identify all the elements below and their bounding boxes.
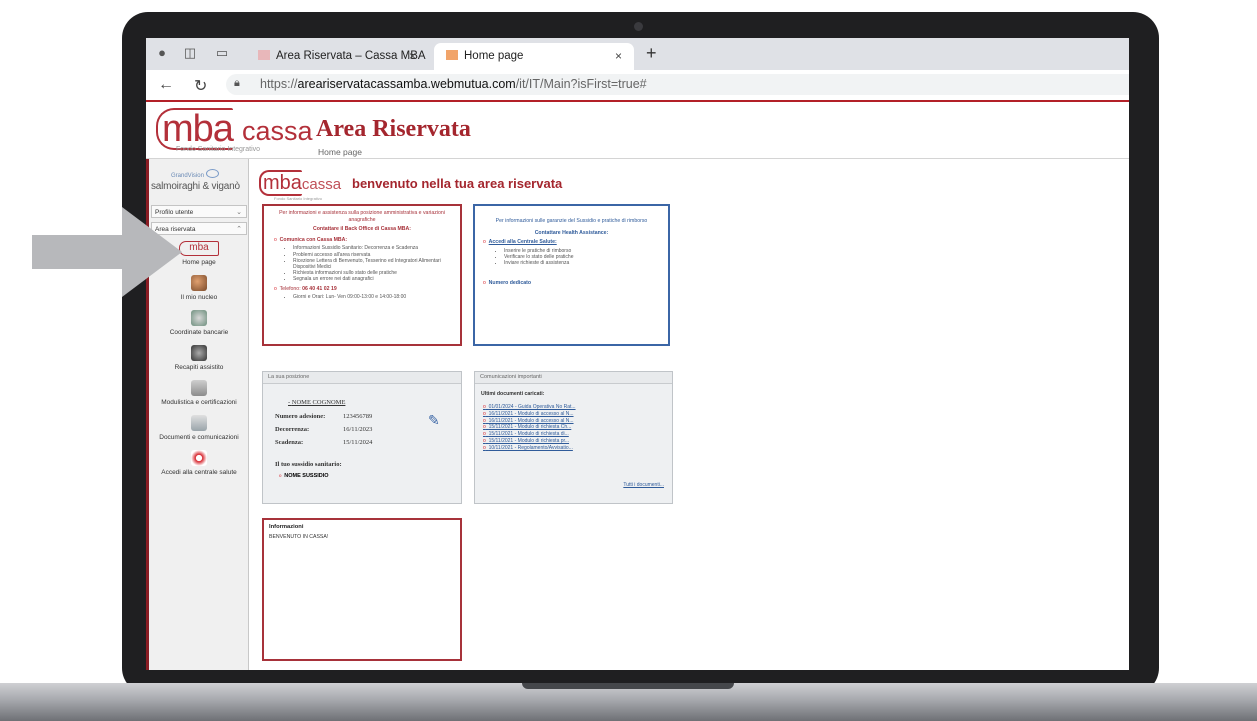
welcome-logo: mbacassa (259, 170, 341, 196)
pointer-arrow-icon (32, 207, 182, 297)
page-header: mba cassa Fondo Sanitario Integrativo Ar… (146, 102, 1129, 159)
document-link[interactable]: o 15/11/2021 - Modulo di richiesta di... (483, 431, 576, 438)
document-link[interactable]: o 16/11/2021 - Modulo di accesso al N... (483, 411, 576, 418)
health-box-section: o Accedi alla Centrale Salute: (483, 239, 557, 246)
row-scadenza: Scadenza: 15/11/2024 (275, 439, 373, 446)
tab-close-icon[interactable]: × (615, 43, 622, 70)
info-box: Informazioni BENVENUTO IN CASSA! (262, 518, 462, 661)
admin-box-hours-list: Giorni e Orari: Lun- Ven 09:00-13:00 e 1… (269, 294, 455, 300)
sidebar-item-recapiti-assistito[interactable]: Recapiti assistito (149, 345, 249, 371)
logo-cassa: cassa (242, 116, 313, 146)
chevron-up-icon: ⌃ (236, 226, 242, 233)
sidebar-item-documenti[interactable]: Documenti e comunicazioni (149, 415, 249, 441)
health-box-title: Per informazioni sulle garanzie del Suss… (495, 218, 648, 224)
communications-box: Comunicazioni importanti Ultimi document… (474, 371, 673, 504)
folder-icon (191, 415, 207, 431)
list-item: Segnala un errore nei dati anagrafici (293, 276, 455, 282)
health-box-contact: Contattare Health Assistance: (534, 229, 609, 236)
admin-box-title: Per informazioni e assistenza sulla posi… (279, 210, 445, 223)
row-numero-adesione: Numero adesione: 123456789 (275, 413, 373, 420)
position-box-header: La sua posizione (263, 372, 461, 384)
health-center-icon (191, 450, 207, 466)
subsidy-title: Il tuo sussidio sanitario: (275, 461, 342, 468)
web-page: mba cassa Fondo Sanitario Integrativo Ar… (146, 100, 1129, 670)
refresh-icon[interactable]: ↻ (194, 76, 207, 96)
logo-subtitle: Fondo Sanitario Integrativo (176, 146, 261, 153)
lock-icon: 🔒︎ (234, 77, 240, 89)
document-link[interactable]: o 10/11/2021 - Regolamento/Avvisatio... (483, 445, 576, 452)
profile-icon[interactable]: ● (154, 45, 170, 61)
eye-logo-icon (206, 169, 219, 178)
admin-box-contact: Contattare il Back Office di Cassa MBA: (312, 226, 411, 233)
laptop-notch (522, 683, 734, 689)
mba-logo-icon: mba (179, 241, 219, 256)
page-title: Area Riservata (316, 116, 471, 142)
contacts-icon (191, 345, 207, 361)
browser-tab-bar: ● ◫ ▭ Area Riservata – Cassa MBA × Home … (146, 38, 1129, 70)
list-item: Giorni e Orari: Lun- Ven 09:00-13:00 e 1… (293, 294, 455, 300)
tab-favicon-icon (258, 49, 270, 60)
subsidy-name: o NOME SUSSIDIO (279, 473, 329, 479)
admin-info-box: Per informazioni e assistenza sulla posi… (262, 204, 462, 346)
row-decorrenza: Decorrenza: 16/11/2023 (275, 426, 373, 433)
tab-close-icon[interactable]: × (409, 43, 416, 70)
family-icon (191, 275, 207, 291)
sidebar-item-modulistica[interactable]: Modulistica e certificazioni (149, 380, 249, 406)
url-text: https://areariservatacassamba.webmutua.c… (260, 77, 647, 91)
info-title: Informazioni (269, 524, 304, 530)
list-item: Inviare richieste di assistenza (504, 260, 663, 266)
welcome-logo-subtitle: Fondo Sanitario Integrativo (274, 196, 323, 201)
screen: ● ◫ ▭ Area Riservata – Cassa MBA × Home … (146, 38, 1129, 670)
tab-actions-icon[interactable]: ▭ (214, 45, 230, 61)
admin-box-list: Informazioni Sussidio Sanitario: Decorre… (269, 245, 455, 282)
position-box: La sua posizione - NOME COGNOME Numero a… (262, 371, 462, 504)
health-box-number: o Numero dedicato (483, 280, 532, 287)
document-link[interactable]: o 15/11/2021 - Modulo di richiesta pr... (483, 438, 576, 445)
documents-list: o 01/01/2024 - Guida Operativa No Rat...… (483, 404, 576, 452)
centrale-salute-link[interactable]: Accedi alla Centrale Salute: (489, 239, 557, 245)
chevron-down-icon: ⌄ (236, 209, 242, 216)
all-documents-link[interactable]: Tutti i documenti... (623, 482, 664, 489)
documents-title: Ultimi documenti caricati: (481, 391, 545, 397)
webcam (634, 22, 643, 31)
document-link[interactable]: o 01/01/2024 - Guida Operativa No Rat... (483, 404, 576, 411)
member-name: - NOME COGNOME (288, 399, 346, 406)
documents-icon (191, 380, 207, 396)
document-link[interactable]: o 16/11/2021 - Modulo di accesso al N... (483, 418, 576, 425)
communications-box-header: Comunicazioni importanti (475, 372, 672, 384)
document-link[interactable]: o 15/11/2021 - Modulo di richiesta Ch... (483, 424, 576, 431)
logo-mba[interactable]: mba (156, 108, 234, 150)
new-tab-button[interactable]: + (646, 43, 657, 64)
browser-address-bar: ← ↻ 🔒︎ https://areariservatacassamba.web… (146, 70, 1129, 101)
tab-home-page[interactable]: Home page × (434, 43, 634, 70)
admin-box-phone: o Telefono: 06 40 41 02 19 (274, 285, 337, 292)
partner-small-label: GrandVision (171, 173, 204, 179)
workspaces-icon[interactable]: ◫ (182, 45, 198, 61)
list-item: Ricezione Lettera di Benvenuto, Tesserin… (293, 258, 455, 270)
health-box-list: Inserire le pratiche di rimborso Verific… (480, 248, 663, 267)
health-info-box: Per informazioni sulle garanzie del Suss… (473, 204, 670, 346)
tab-favicon-icon (446, 49, 458, 60)
sidebar-item-coordinate-bancarie[interactable]: Coordinate bancarie (149, 310, 249, 336)
admin-box-section: o Comunica con Cassa MBA: (274, 236, 348, 243)
bank-icon (191, 310, 207, 326)
tab-label: Home page (464, 50, 524, 62)
sidebar-item-centrale-salute[interactable]: Accedi alla centrale salute (149, 450, 249, 476)
welcome-heading: benvenuto nella tua area riservata (352, 176, 563, 191)
url-field[interactable]: 🔒︎ https://areariservatacassamba.webmutu… (226, 74, 1129, 95)
back-arrow-icon[interactable]: ← (158, 76, 174, 94)
edit-pen-icon[interactable]: ✎ (428, 412, 440, 429)
page-subtitle: Home page (318, 147, 362, 157)
tab-label: Area Riservata – Cassa MBA (276, 50, 426, 62)
info-text: BENVENUTO IN CASSA! (269, 533, 329, 540)
partner-brand: salmoiraghi & viganò (151, 181, 240, 192)
tab-area-riservata[interactable]: Area Riservata – Cassa MBA × (246, 43, 428, 70)
